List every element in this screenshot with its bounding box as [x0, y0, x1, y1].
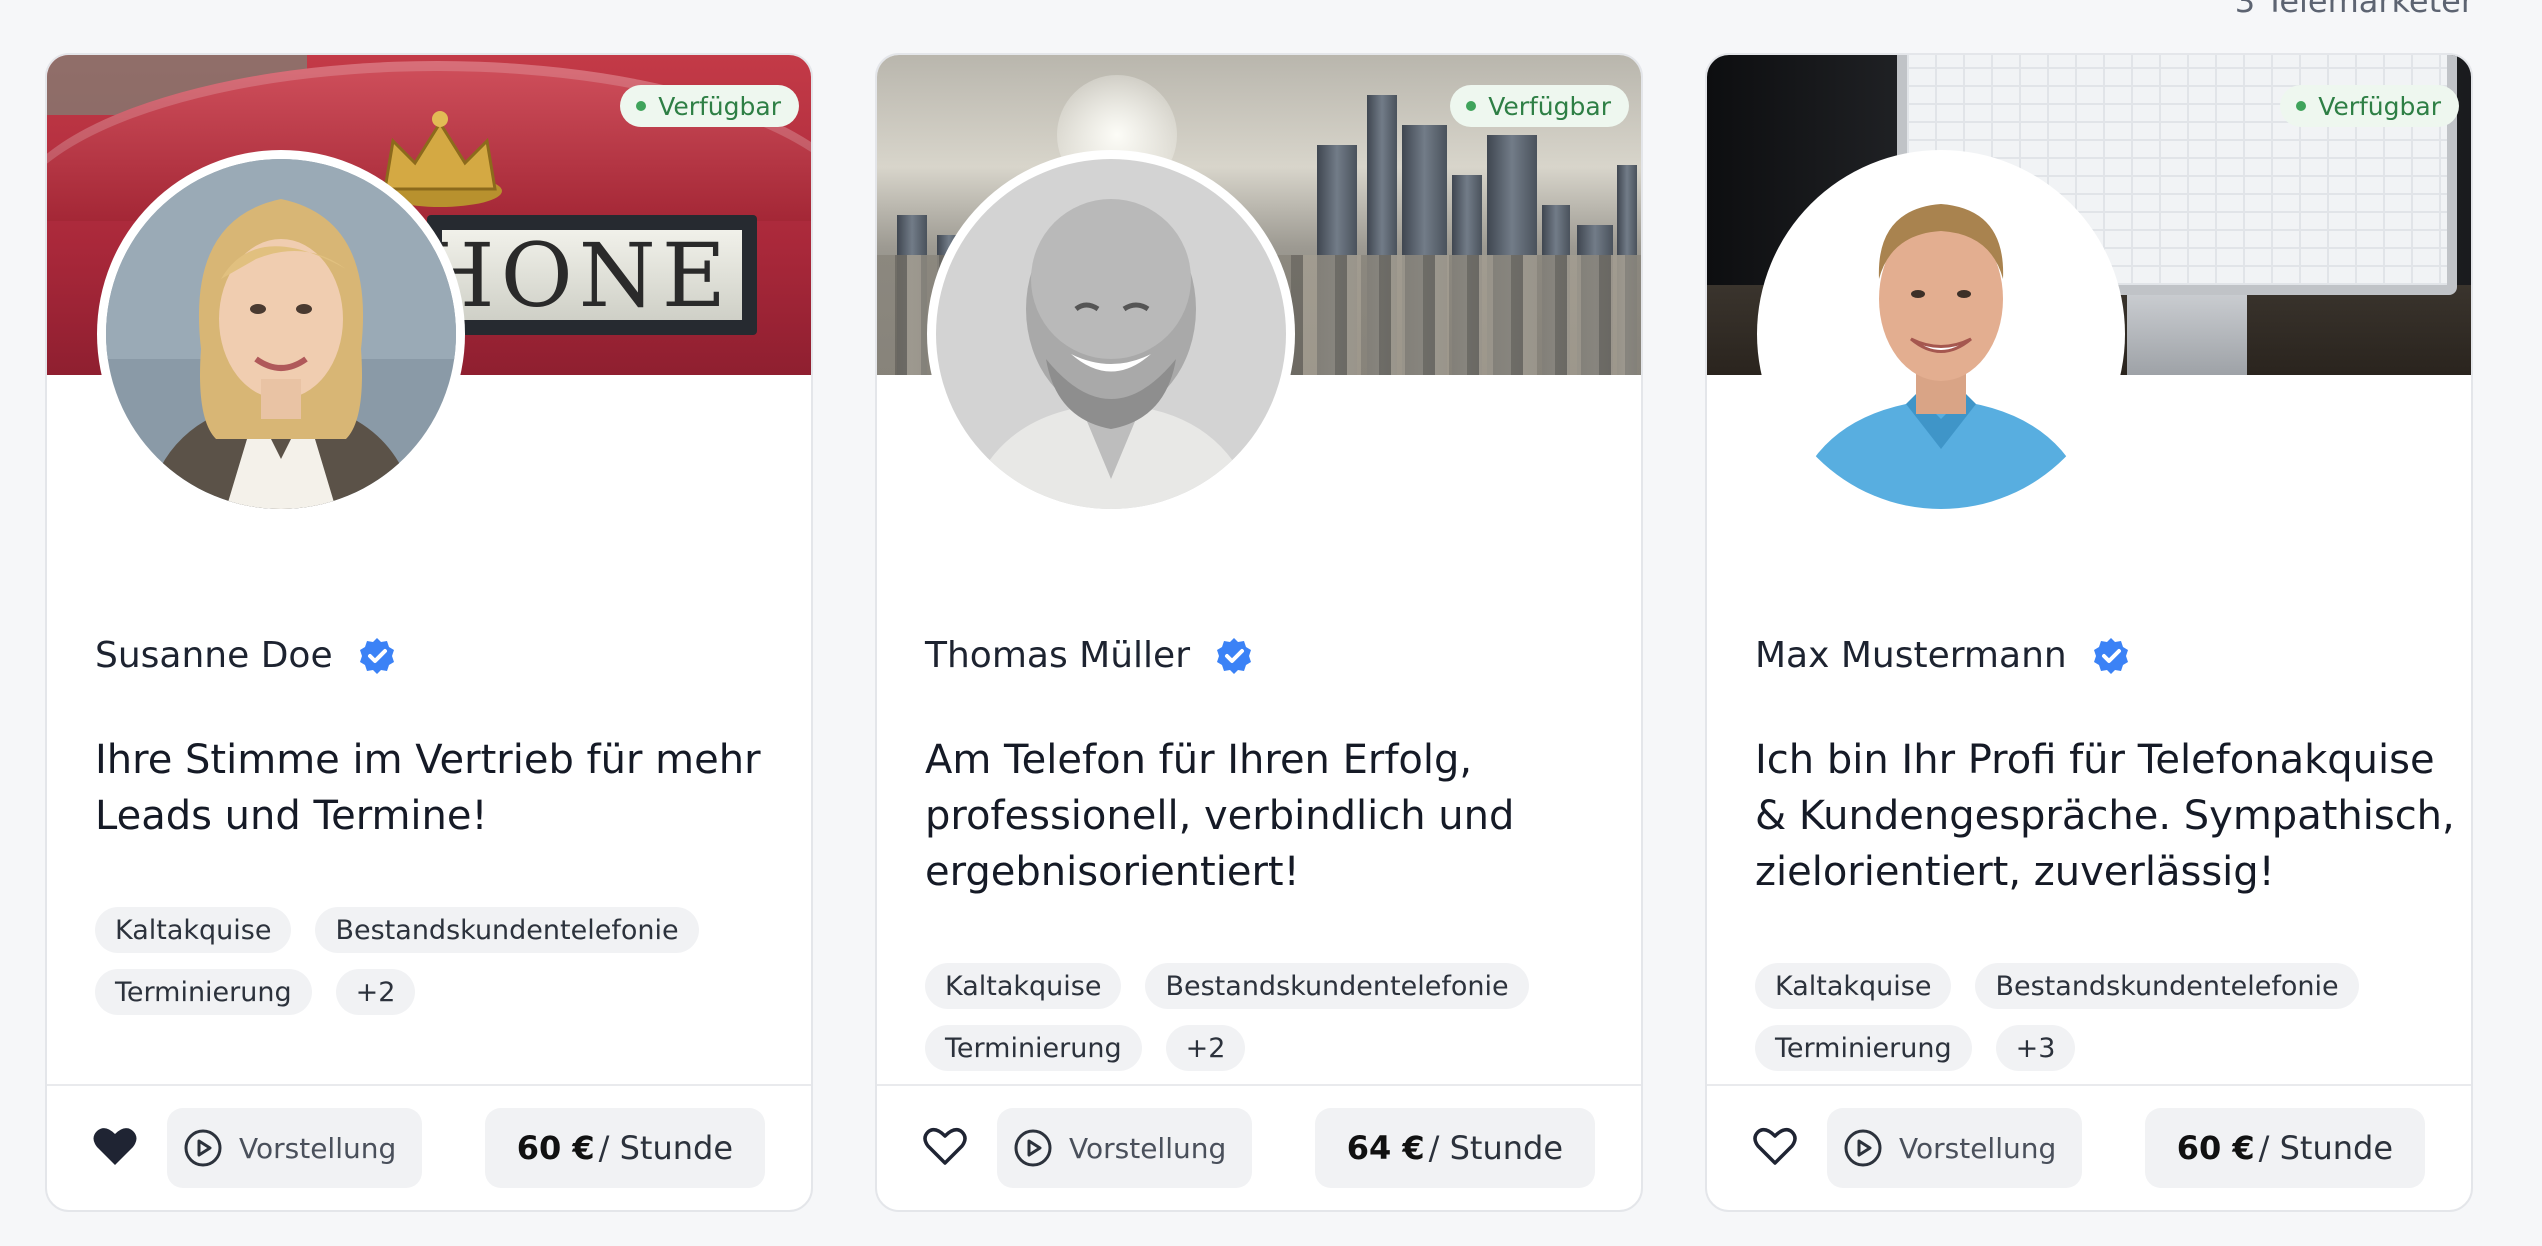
avatar	[97, 150, 465, 518]
avatar-portrait-woman	[106, 159, 456, 509]
more-skills-tag[interactable]: +3	[1995, 1025, 2076, 1071]
phone-sign-text: PHONE	[442, 230, 742, 320]
telemarketer-name: Susanne Doe	[95, 635, 333, 676]
hourly-price: 60 € / Stunde	[2144, 1108, 2425, 1188]
verified-icon	[2093, 637, 2128, 674]
skill-tag: Bestandskundentelefonie	[315, 907, 699, 953]
skill-tag: Kaltakquise	[925, 963, 1122, 1009]
phone-sign: PHONE	[427, 215, 757, 335]
telemarketer-card-list: PHONE Verfügbar	[45, 53, 2473, 1212]
intro-video-button[interactable]: Vorstellung	[1827, 1108, 2083, 1188]
headline: Ich bin Ihr Profi für Telefonakquise & K…	[1755, 737, 2455, 895]
skill-tag: Bestandskundentelefonie	[1975, 963, 2359, 1009]
telemarketer-card[interactable]: Verfügbar Thomas Müller Am Telefon für I…	[875, 53, 1643, 1212]
heart-outline-icon[interactable]	[922, 1124, 968, 1168]
play-circle-icon	[1844, 1129, 1882, 1167]
name-row: Susanne Doe	[95, 635, 397, 676]
telemarketer-card[interactable]: PHONE Verfügbar	[45, 53, 813, 1212]
result-count: 3 Telemarketer	[2234, 0, 2474, 20]
card-footer: Vorstellung 64 € / Stunde	[877, 1084, 1641, 1210]
availability-label: Verfügbar	[658, 91, 781, 121]
status-dot-icon	[2296, 101, 2307, 111]
play-circle-icon	[184, 1129, 222, 1167]
skill-tag: Kaltakquise	[1755, 963, 1952, 1009]
status-dot-icon	[1466, 101, 1477, 111]
heart-filled-icon[interactable]	[92, 1124, 138, 1168]
headline: Ihre Stimme im Vertrieb für mehr Leads u…	[95, 737, 761, 839]
telemarketer-name: Max Mustermann	[1755, 635, 2067, 676]
availability-badge: Verfügbar	[620, 85, 799, 127]
card-footer: Vorstellung 60 € / Stunde	[1707, 1084, 2471, 1210]
skill-tags: Kaltakquise Bestandskundentelefonie Term…	[1755, 963, 2435, 1071]
price-amount: 60 €	[2176, 1129, 2255, 1167]
status-dot-icon	[636, 101, 647, 111]
availability-label: Verfügbar	[2318, 91, 2441, 121]
more-skills-tag[interactable]: +2	[335, 969, 416, 1015]
play-circle-icon	[1014, 1129, 1052, 1167]
avatar	[927, 150, 1295, 518]
intro-label: Vorstellung	[1899, 1131, 2057, 1165]
verified-icon	[359, 637, 394, 674]
avatar	[1757, 150, 2125, 518]
price-amount: 64 €	[1346, 1129, 1425, 1167]
price-unit: / Stunde	[598, 1129, 733, 1167]
card-footer: Vorstellung 60 € / Stunde	[47, 1084, 811, 1210]
intro-label: Vorstellung	[1069, 1131, 1227, 1165]
skill-tag: Terminierung	[95, 969, 312, 1015]
price-unit: / Stunde	[2258, 1129, 2393, 1167]
skill-tag: Kaltakquise	[95, 907, 292, 953]
verified-icon	[1217, 637, 1251, 674]
price-unit: / Stunde	[1428, 1129, 1563, 1167]
intro-video-button[interactable]: Vorstellung	[167, 1108, 423, 1188]
more-skills-tag[interactable]: +2	[1165, 1025, 1246, 1071]
skill-tag: Terminierung	[925, 1025, 1142, 1071]
availability-badge: Verfügbar	[2280, 85, 2459, 127]
name-row: Max Mustermann	[1755, 635, 2131, 676]
skill-tag: Bestandskundentelefonie	[1145, 963, 1529, 1009]
heart-outline-icon[interactable]	[1752, 1124, 1798, 1168]
name-row: Thomas Müller	[925, 635, 1254, 676]
headline: Am Telefon für Ihren Erfolg, professione…	[925, 737, 1515, 895]
telemarketer-name: Thomas Müller	[925, 635, 1190, 676]
hourly-price: 60 € / Stunde	[484, 1108, 765, 1188]
availability-label: Verfügbar	[1488, 91, 1611, 121]
avatar-portrait-man-blue-shirt	[1766, 159, 2116, 509]
telemarketer-card[interactable]: Verfügbar Max Mustermann Ich bin Ihr Pro…	[1705, 53, 2473, 1212]
availability-badge: Verfügbar	[1450, 85, 1629, 127]
skill-tag: Terminierung	[1755, 1025, 1972, 1071]
intro-label: Vorstellung	[239, 1131, 397, 1165]
intro-video-button[interactable]: Vorstellung	[997, 1108, 1253, 1188]
price-amount: 60 €	[516, 1129, 595, 1167]
skill-tags: Kaltakquise Bestandskundentelefonie Term…	[95, 907, 775, 1015]
skill-tags: Kaltakquise Bestandskundentelefonie Term…	[925, 963, 1605, 1071]
avatar-portrait-man-bald	[936, 159, 1286, 509]
hourly-price: 64 € / Stunde	[1314, 1108, 1595, 1188]
